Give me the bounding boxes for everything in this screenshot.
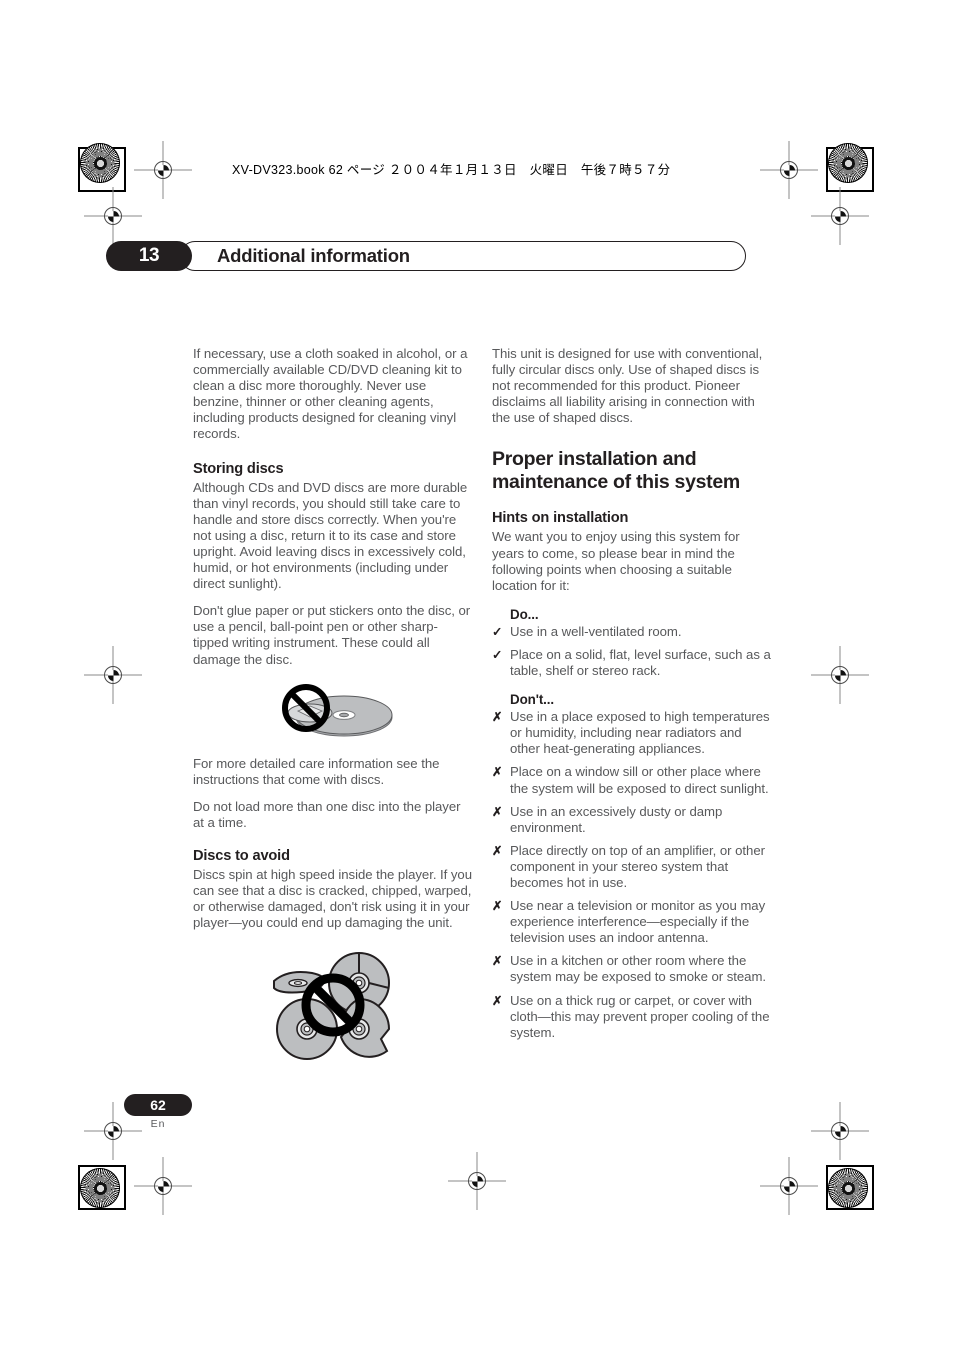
registration-cross-left-middle — [84, 646, 142, 704]
list-item-text: Use near a television or monitor as you … — [510, 898, 766, 946]
cross-icon: ✗ — [492, 765, 503, 780]
no-sticker-disc-figure — [193, 680, 473, 742]
check-icon: ✓ — [492, 647, 503, 662]
do-list: ✓ Use in a well-ventilated room. ✓ Place… — [492, 624, 772, 679]
registration-cross-left-lower — [84, 1102, 142, 1160]
registration-burst-bottom-left — [80, 1168, 120, 1208]
list-item-text: Place on a window sill or other place wh… — [510, 764, 769, 796]
cross-icon: ✗ — [492, 993, 503, 1008]
dont-list: ✗ Use in a place exposed to high tempera… — [492, 709, 772, 1041]
page-language-code: En — [150, 1118, 166, 1130]
hints-on-installation-heading: Hints on installation — [492, 510, 629, 527]
registration-burst-top-right — [828, 143, 868, 183]
list-item: ✗ Use in an excessively dusty or damp en… — [492, 804, 772, 836]
registration-cross-right-middle — [811, 646, 869, 704]
disc-no-sticker-icon — [282, 683, 393, 737]
list-item-text: Use in an excessively dusty or damp envi… — [510, 803, 723, 835]
chapter-title-text: Additional information — [217, 245, 410, 266]
cross-icon: ✗ — [492, 710, 503, 725]
registration-cross-right-upper — [811, 187, 869, 245]
list-item-text: Use on a thick rug or carpet, or cover w… — [510, 992, 770, 1040]
damaged-discs-figure — [193, 943, 473, 1063]
discs-to-avoid-heading: Discs to avoid — [193, 847, 290, 864]
cross-icon: ✗ — [492, 954, 503, 969]
care-info-paragraph: For more detailed care information see t… — [193, 755, 440, 787]
manual-page: XV-DV323.book 62 ページ ２００４年１月１３日 火曜日 午後７時… — [0, 0, 954, 1351]
chapter-title-pill: Additional information — [180, 241, 746, 271]
registration-cross-bottom-center — [448, 1152, 506, 1210]
check-icon: ✓ — [492, 624, 503, 639]
storing-discs-heading: Storing discs — [193, 460, 284, 477]
shaped-discs-paragraph: This unit is designed for use with conve… — [492, 346, 763, 426]
list-item-text: Use in a well-ventilated room. — [510, 623, 682, 639]
registration-burst-top-left — [80, 143, 120, 183]
book-file-header: XV-DV323.book 62 ページ ２００４年１月１３日 火曜日 午後７時… — [232, 163, 671, 177]
list-item-text: Place on a solid, flat, level surface, s… — [510, 646, 771, 679]
proper-installation-heading: Proper installation and maintenance of t… — [492, 448, 740, 493]
left-column: If necessary, use a cloth soaked in alco… — [193, 346, 473, 1077]
list-item: ✗ Use near a television or monitor as yo… — [492, 898, 772, 946]
registration-cross-bottom-right — [760, 1157, 818, 1215]
list-item-text: Use in a place exposed to high temperatu… — [510, 709, 770, 757]
registration-cross-right-lower — [811, 1102, 869, 1160]
registration-cross-top-left — [134, 141, 192, 199]
chapter-number-badge: 13 — [106, 241, 192, 271]
registration-cross-left-upper — [84, 187, 142, 245]
right-column: This unit is designed for use with conve… — [492, 346, 772, 1048]
storing-discs-paragraph-1: Although CDs and DVD discs are more dura… — [193, 479, 468, 592]
list-item: ✗ Place directly on top of an amplifier,… — [492, 843, 772, 891]
list-item: ✗ Use in a place exposed to high tempera… — [492, 709, 772, 757]
storing-discs-paragraph-2: Don't glue paper or put stickers onto th… — [193, 603, 471, 667]
list-item: ✗ Use on a thick rug or carpet, or cover… — [492, 993, 772, 1041]
damaged-discs-icon — [273, 952, 391, 1061]
cross-icon: ✗ — [492, 899, 503, 914]
one-disc-paragraph: Do not load more than one disc into the … — [193, 798, 461, 830]
page-number-badge: 62 — [124, 1094, 192, 1116]
do-label: Do... — [510, 606, 539, 622]
cross-icon: ✗ — [492, 843, 503, 858]
registration-cross-top-right — [760, 141, 818, 199]
list-item-text: Place directly on top of an amplifier, o… — [510, 842, 765, 890]
list-item-text: Use in a kitchen or other room where the… — [510, 953, 766, 985]
list-item: ✓ Place on a solid, flat, level surface,… — [492, 647, 772, 679]
list-item: ✗ Use in a kitchen or other room where t… — [492, 953, 772, 985]
list-item: ✗ Place on a window sill or other place … — [492, 764, 772, 796]
discs-to-avoid-paragraph: Discs spin at high speed inside the play… — [193, 866, 472, 931]
hints-paragraph: We want you to enjoy using this system f… — [492, 529, 740, 593]
chapter-header: 13 Additional information — [106, 241, 746, 271]
dont-label: Don't... — [510, 692, 555, 708]
registration-burst-bottom-right — [828, 1168, 868, 1208]
cross-icon: ✗ — [492, 804, 503, 819]
cleaning-intro-paragraph: If necessary, use a cloth soaked in alco… — [193, 346, 468, 442]
registration-cross-bottom-left — [134, 1157, 192, 1215]
list-item: ✓ Use in a well-ventilated room. — [492, 624, 772, 640]
